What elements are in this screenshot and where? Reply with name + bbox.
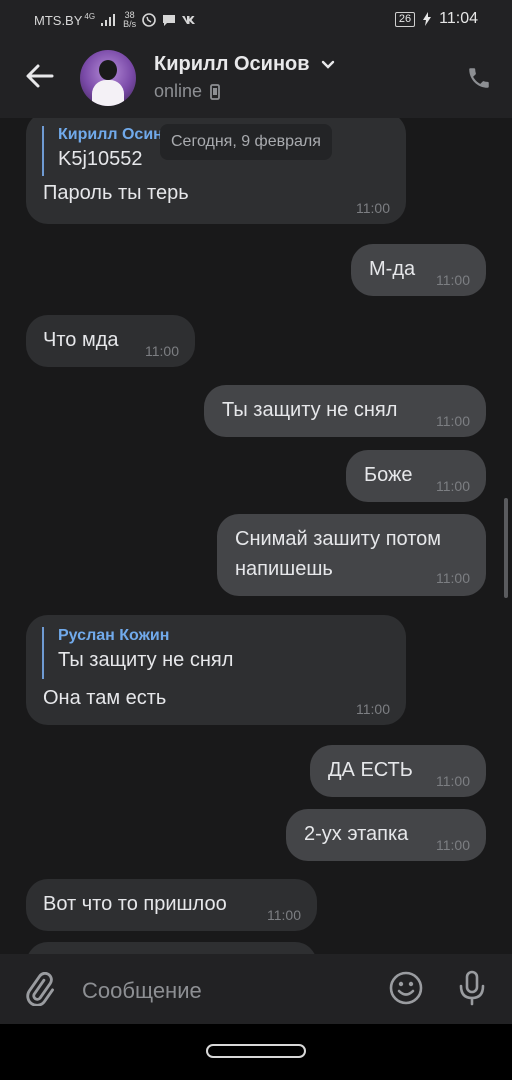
message-incoming[interactable]: Руслан Кожин Ты защиту не снял Она там е… [26, 615, 406, 725]
message-time: 11:00 [436, 478, 470, 494]
reply-quote[interactable]: Кирилл Осин K5j10552 [42, 126, 163, 176]
message-text-line-1: Снимай зашиту потом [235, 528, 442, 550]
network-speed: 38 B/s [123, 11, 136, 29]
message-outgoing[interactable]: ДА ЕСТЬ 11:00 [310, 745, 486, 797]
reply-text: Ты защиту не снял [58, 649, 234, 671]
viber-icon [142, 13, 156, 27]
online-status: online [154, 81, 203, 101]
reply-quote[interactable]: Руслан Кожин Ты защиту не снял [42, 627, 233, 679]
system-nav-bar [0, 1024, 512, 1080]
clock: 11:04 [439, 10, 478, 27]
chat-header: Кирилл Осинов online [0, 38, 512, 118]
message-incoming[interactable]: Вот что то пришлоо 11:00 [26, 879, 317, 931]
charging-icon [423, 12, 432, 26]
message-time: 11:00 [267, 907, 301, 923]
message-outgoing[interactable]: Ты защиту не снял 11:00 [204, 385, 486, 437]
message-text: М-да [369, 258, 416, 280]
home-gesture-pill[interactable] [206, 1044, 306, 1058]
phone-icon[interactable] [466, 65, 492, 91]
contact-name: Кирилл Осинов [154, 53, 310, 75]
contact-name-button[interactable]: Кирилл Осинов [154, 53, 335, 76]
message-time: 11:00 [356, 200, 390, 216]
message-time: 11:00 [436, 413, 470, 429]
message-outgoing[interactable]: Боже 11:00 [346, 450, 486, 502]
signal-icon [101, 14, 116, 26]
message-outgoing[interactable]: Снимай зашиту потом напишешь 11:00 [217, 514, 486, 596]
message-text: Боже [364, 464, 413, 486]
chat-bubble-icon [163, 14, 176, 26]
message-text: Что мда [43, 329, 119, 351]
message-time: 11:00 [145, 343, 179, 359]
mobile-device-icon [210, 83, 220, 100]
reply-text: K5j10552 [58, 148, 143, 170]
emoji-icon[interactable] [388, 970, 424, 1006]
status-right: 26 11:04 [394, 10, 478, 28]
message-time: 11:00 [436, 272, 470, 288]
message-list[interactable]: Кирилл Осин K5j10552 Пароль ты терь 11:0… [0, 118, 512, 954]
message-text: Она там есть [43, 687, 167, 709]
message-incoming-partial[interactable] [26, 942, 317, 954]
paperclip-icon[interactable] [22, 972, 56, 1006]
date-divider: Сегодня, 9 февраля [160, 124, 332, 160]
carrier-label: MTS.BY [34, 12, 83, 28]
microphone-icon[interactable] [456, 970, 488, 1006]
message-outgoing[interactable]: М-да 11:00 [351, 244, 486, 296]
speed-unit: B/s [123, 19, 137, 29]
message-input[interactable] [80, 970, 374, 1012]
message-outgoing[interactable]: 2-ух этапка 11:00 [286, 809, 486, 861]
message-text-line-2: напишешь [235, 558, 333, 580]
message-text: Пароль ты терь [43, 182, 189, 204]
contact-status: online [154, 81, 220, 102]
message-text: Ты защиту не снял [222, 399, 398, 421]
message-time: 11:00 [356, 701, 390, 717]
vk-icon [182, 16, 196, 24]
message-text: 2-ух этапка [304, 823, 409, 845]
message-text: Вот что то пришлоо [43, 893, 227, 915]
message-time: 11:00 [436, 773, 470, 789]
message-time: 11:00 [436, 837, 470, 853]
message-time: 11:00 [436, 570, 470, 586]
message-text: ДА ЕСТЬ [328, 759, 413, 781]
battery-indicator: 26 [394, 11, 416, 27]
chevron-down-icon [321, 60, 335, 69]
network-type: 4G [84, 11, 96, 21]
status-left: MTS.BY 4G 38 B/s [34, 11, 198, 29]
status-bar: MTS.BY 4G 38 B/s 26 11:04 [0, 0, 512, 38]
scrollbar-thumb[interactable] [504, 498, 508, 598]
reply-author: Руслан Кожин [58, 627, 170, 644]
back-arrow-icon[interactable] [24, 60, 56, 92]
message-incoming[interactable]: Что мда 11:00 [26, 315, 195, 367]
avatar[interactable] [80, 50, 136, 106]
reply-author: Кирилл Осин [58, 126, 163, 143]
message-composer [0, 954, 512, 1024]
